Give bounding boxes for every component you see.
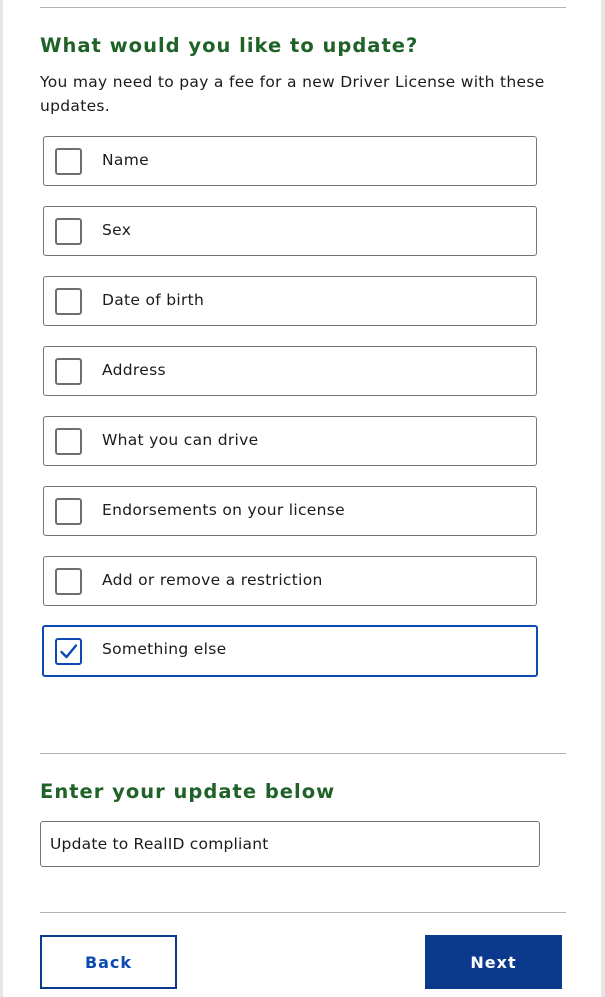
- divider-bottom: [40, 912, 566, 913]
- checkbox[interactable]: [55, 498, 82, 525]
- divider-top: [40, 7, 566, 8]
- question-title: What would you like to update?: [40, 34, 418, 57]
- next-button[interactable]: Next: [425, 935, 562, 989]
- option-what-you-can-drive[interactable]: What you can drive: [43, 416, 537, 466]
- option-something-else[interactable]: Something else: [42, 625, 538, 677]
- back-button[interactable]: Back: [40, 935, 177, 989]
- option-sex[interactable]: Sex: [43, 206, 537, 256]
- option-label: What you can drive: [102, 431, 258, 449]
- divider-middle: [40, 753, 566, 754]
- checkmark-icon: [59, 642, 78, 661]
- option-label: Address: [102, 361, 166, 379]
- option-address[interactable]: Address: [43, 346, 537, 396]
- option-restriction[interactable]: Add or remove a restriction: [43, 556, 537, 606]
- option-endorsements[interactable]: Endorsements on your license: [43, 486, 537, 536]
- page-edge-right: [601, 0, 605, 997]
- option-label: Sex: [102, 221, 131, 239]
- page-edge-left: [0, 0, 3, 997]
- checkbox[interactable]: [55, 428, 82, 455]
- question-help-text: You may need to pay a fee for a new Driv…: [40, 70, 560, 118]
- option-date-of-birth[interactable]: Date of birth: [43, 276, 537, 326]
- checkbox[interactable]: [55, 288, 82, 315]
- checkbox[interactable]: [55, 358, 82, 385]
- checkbox[interactable]: [55, 218, 82, 245]
- checkbox[interactable]: [55, 148, 82, 175]
- update-text-input[interactable]: [40, 821, 540, 867]
- option-label: Add or remove a restriction: [102, 571, 323, 589]
- update-section-title: Enter your update below: [40, 780, 335, 803]
- checkbox-checked[interactable]: [55, 638, 82, 665]
- checkbox[interactable]: [55, 568, 82, 595]
- option-label: Something else: [102, 640, 226, 658]
- option-label: Date of birth: [102, 291, 204, 309]
- option-name[interactable]: Name: [43, 136, 537, 186]
- option-label: Endorsements on your license: [102, 501, 345, 519]
- option-label: Name: [102, 151, 149, 169]
